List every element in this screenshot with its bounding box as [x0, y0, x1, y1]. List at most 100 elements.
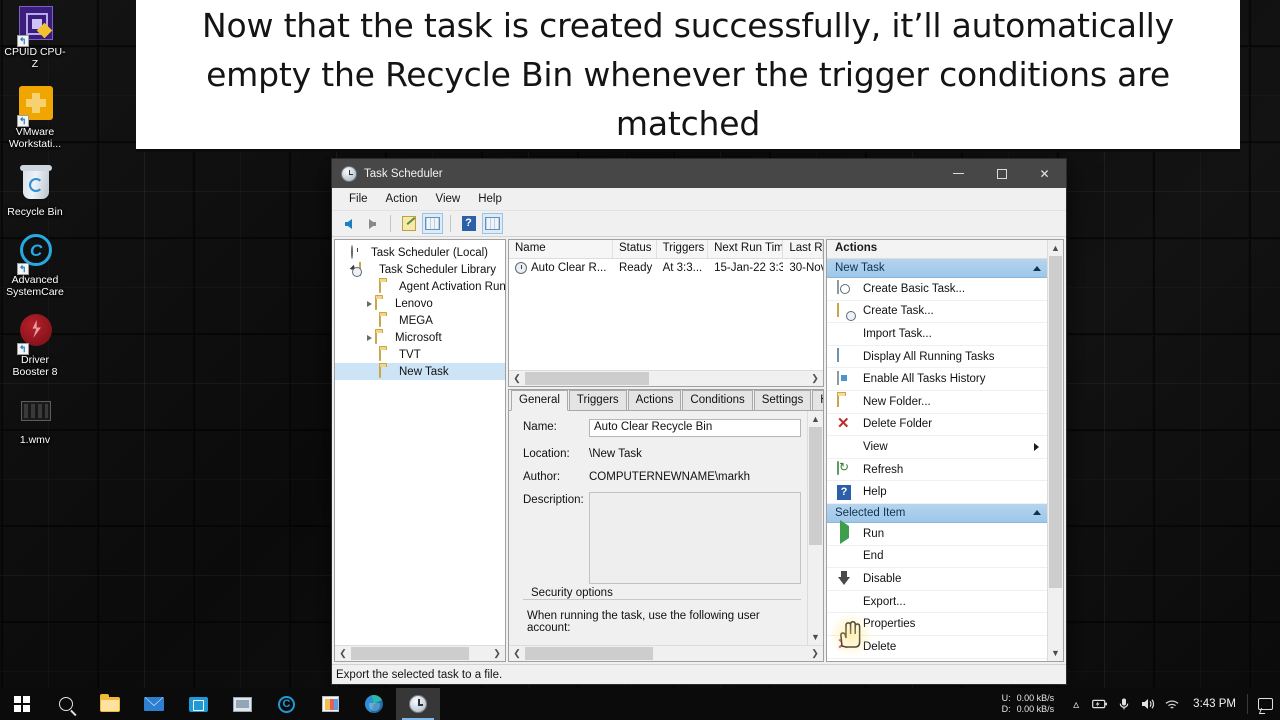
action-run[interactable]: Run [827, 520, 1047, 546]
wifi-icon[interactable] [1160, 688, 1184, 720]
actions-group-new-task[interactable]: New Task [827, 259, 1047, 278]
minimize-button[interactable] [937, 159, 980, 188]
scroll-down-arrow-icon[interactable]: ▼ [808, 629, 823, 645]
tree-node-mega[interactable]: MEGA [335, 312, 505, 329]
desktop-icon-cpuid-cpu-z[interactable]: CPUID CPU-Z [0, 4, 70, 70]
name-input[interactable]: Auto Clear Recycle Bin [589, 419, 801, 437]
action-refresh[interactable]: Refresh [827, 459, 1047, 482]
scrollbar-thumb[interactable] [525, 647, 653, 660]
collapse-caret-icon[interactable] [1033, 265, 1041, 271]
scrollbar-thumb[interactable] [809, 427, 822, 545]
tab-actions[interactable]: Actions [627, 390, 682, 410]
camera-button[interactable] [176, 688, 220, 720]
scrollbar-thumb[interactable] [1049, 256, 1062, 588]
actions-vertical-scrollbar[interactable]: ▲ ▼ [1047, 240, 1063, 661]
action-view[interactable]: View [827, 436, 1047, 459]
tree-node-task-scheduler-library[interactable]: Task Scheduler Library [335, 261, 505, 278]
scroll-right-arrow-icon[interactable]: ❯ [489, 646, 505, 661]
clock[interactable]: 3:43 PM [1184, 698, 1245, 711]
display-running-tasks-icon[interactable] [422, 213, 443, 234]
action-disable[interactable]: Disable [827, 568, 1047, 591]
menu-view[interactable]: View [427, 191, 470, 207]
action-display-all-running-tasks[interactable]: Display All Running Tasks [827, 346, 1047, 369]
task-scheduler-button[interactable] [396, 688, 440, 720]
volume-icon[interactable] [1136, 688, 1160, 720]
action-new-folder[interactable]: New Folder... [827, 391, 1047, 414]
detail-vertical-scrollbar[interactable]: ▲ ▼ [807, 411, 823, 645]
tab-conditions[interactable]: Conditions [682, 390, 753, 410]
actions-group-selected-item[interactable]: Selected Item [827, 503, 1047, 523]
scroll-up-arrow-icon[interactable]: ▲ [808, 411, 823, 427]
tree-node-microsoft[interactable]: Microsoft [335, 329, 505, 346]
action-export[interactable]: Export... [827, 591, 1047, 614]
action-delete[interactable]: Delete [827, 636, 1047, 659]
advanced-systemcare-button[interactable] [264, 688, 308, 720]
description-textarea[interactable] [589, 492, 801, 584]
column-header-status[interactable]: Status [613, 240, 657, 258]
maximize-button[interactable] [980, 159, 1023, 188]
scroll-left-arrow-icon[interactable]: ❮ [509, 371, 525, 386]
column-header-next-run-time[interactable]: Next Run Time [708, 240, 784, 258]
desktop-icon-vmware-workstation[interactable]: VMware Workstati... [0, 84, 70, 150]
microphone-icon[interactable] [1112, 688, 1136, 720]
file-explorer-button[interactable] [88, 688, 132, 720]
scroll-right-arrow-icon[interactable]: ❯ [807, 646, 823, 661]
edge-button[interactable] [352, 688, 396, 720]
scroll-right-arrow-icon[interactable]: ❯ [807, 371, 823, 386]
mail-button[interactable] [132, 688, 176, 720]
tree-node-new-task[interactable]: New Task [335, 363, 505, 380]
action-import-task[interactable]: Import Task... [827, 323, 1047, 346]
scrollbar-thumb[interactable] [525, 372, 649, 385]
scrollbar-track[interactable] [525, 371, 807, 386]
menu-file[interactable]: File [340, 191, 377, 207]
action-help[interactable]: ? Help [827, 481, 1047, 504]
notifications-button[interactable] [1250, 688, 1280, 720]
show-hide-action-pane-icon[interactable] [482, 213, 503, 234]
menu-action[interactable]: Action [377, 191, 427, 207]
action-properties[interactable]: Properties [827, 613, 1047, 636]
tree-node-task-scheduler-local[interactable]: Task Scheduler (Local) [335, 244, 505, 261]
tab-settings[interactable]: Settings [753, 390, 812, 410]
forward-arrow-icon[interactable] [362, 213, 383, 234]
collapse-caret-icon[interactable] [1033, 510, 1041, 516]
tree-expander[interactable] [363, 334, 375, 341]
remote-desktop-button[interactable] [220, 688, 264, 720]
help-icon[interactable]: ? [458, 213, 479, 234]
menu-help[interactable]: Help [469, 191, 511, 207]
scrollbar-thumb[interactable] [351, 647, 469, 660]
show-hidden-icons-chevron-up-icon[interactable]: ▵ [1064, 688, 1088, 720]
column-header-last-run[interactable]: Last Ru [783, 240, 823, 258]
scrollbar-track[interactable] [808, 427, 823, 629]
task-list-horizontal-scrollbar[interactable]: ❮ ❯ [509, 370, 823, 386]
scroll-up-arrow-icon[interactable]: ▲ [1048, 240, 1063, 256]
action-enable-all-tasks-history[interactable]: Enable All Tasks History [827, 368, 1047, 391]
tree-node-lenovo[interactable]: Lenovo [335, 295, 505, 312]
desktop-icon-1-wmv[interactable]: 1.wmv [0, 392, 70, 446]
scrollbar-track[interactable] [351, 646, 489, 661]
column-header-name[interactable]: Name [509, 240, 613, 258]
action-create-task[interactable]: Create Task... [827, 301, 1047, 324]
scroll-down-arrow-icon[interactable]: ▼ [1048, 645, 1063, 661]
scroll-left-arrow-icon[interactable]: ❮ [509, 646, 525, 661]
tree-horizontal-scrollbar[interactable]: ❮ ❯ [335, 645, 505, 661]
detail-horizontal-scrollbar[interactable]: ❮ ❯ [509, 645, 823, 661]
desktop-icon-recycle-bin[interactable]: Recycle Bin [0, 164, 70, 218]
back-arrow-icon[interactable] [338, 213, 359, 234]
action-end[interactable]: End [827, 546, 1047, 569]
scrollbar-track[interactable] [525, 646, 807, 661]
table-row[interactable]: Auto Clear R... Ready At 3:3... 15-Jan-2… [509, 259, 823, 277]
desktop-icon-advanced-systemcare[interactable]: Advanced SystemCare [0, 232, 70, 298]
store-button[interactable] [308, 688, 352, 720]
tab-general[interactable]: General [511, 390, 568, 411]
tab-triggers[interactable]: Triggers [568, 390, 627, 410]
start-button[interactable] [0, 688, 44, 720]
tree-node-tvt[interactable]: TVT [335, 346, 505, 363]
window-titlebar[interactable]: Task Scheduler ✕ [332, 159, 1066, 188]
properties-icon[interactable] [398, 213, 419, 234]
battery-icon[interactable] [1088, 688, 1112, 720]
search-button[interactable] [44, 688, 88, 720]
tree-expander[interactable] [363, 300, 375, 307]
scrollbar-track[interactable] [1048, 256, 1063, 645]
action-delete-folder[interactable]: Delete Folder [827, 414, 1047, 437]
column-header-triggers[interactable]: Triggers [657, 240, 709, 258]
